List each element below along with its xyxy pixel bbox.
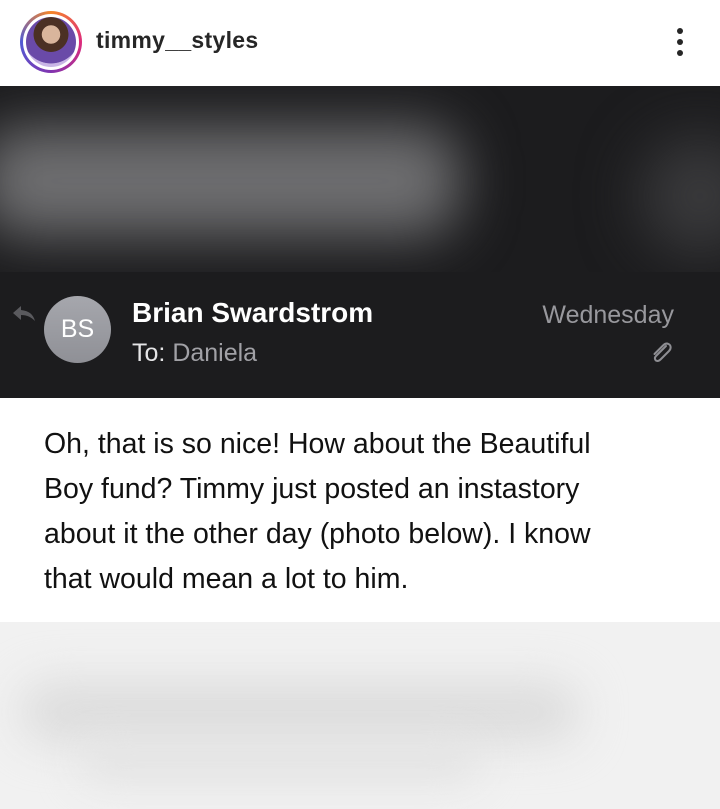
recipient-line: To: Daniela xyxy=(132,339,257,368)
sender-initials: BS xyxy=(60,315,95,343)
blurred-region xyxy=(0,86,720,272)
post-header: timmy__styles xyxy=(0,0,720,86)
blurred-region xyxy=(0,622,720,809)
body-line: that would mean a lot to him. xyxy=(44,563,409,595)
reply-icon[interactable] xyxy=(10,302,38,326)
email-body-text: Oh, that is so nice! How about the Beaut… xyxy=(44,422,684,602)
profile-photo xyxy=(26,17,76,67)
profile-avatar[interactable] xyxy=(20,11,82,73)
paperclip-icon[interactable] xyxy=(646,338,676,368)
sender-name[interactable]: Brian Swardstrom xyxy=(132,297,373,329)
more-options-icon[interactable] xyxy=(664,22,696,62)
recipient-name[interactable]: Daniela xyxy=(172,339,257,367)
body-line: Boy fund? Timmy just posted an instastor… xyxy=(44,473,580,505)
sender-avatar: BS xyxy=(44,296,111,363)
to-label: To: xyxy=(132,339,166,367)
username[interactable]: timmy__styles xyxy=(96,27,258,54)
email-date: Wednesday xyxy=(542,301,674,329)
body-line: Oh, that is so nice! How about the Beaut… xyxy=(44,428,591,460)
body-line: about it the other day (photo below). I … xyxy=(44,518,591,550)
